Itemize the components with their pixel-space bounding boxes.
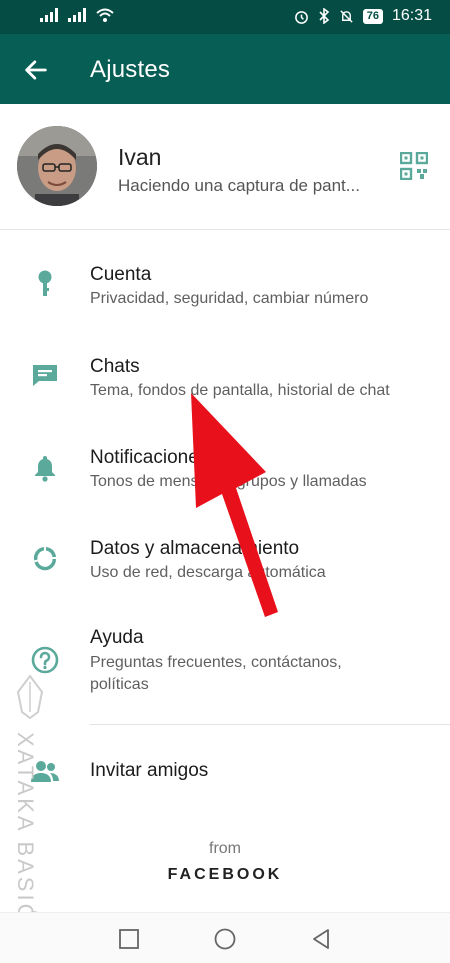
settings-item-title: Ayuda (90, 627, 144, 648)
footer-from: from (209, 840, 241, 857)
battery-level: 76 (362, 8, 383, 24)
watermark-text: XATAKA BASICS (13, 732, 38, 941)
alarm-icon (294, 10, 308, 24)
signal-icon (68, 8, 86, 22)
back-nav-icon[interactable] (309, 927, 333, 951)
bluetooth-icon (319, 8, 329, 24)
app-bar: Ajustes (0, 34, 450, 104)
settings-item-help[interactable]: Ayuda Preguntas frecuentes, contáctanos,… (0, 615, 450, 705)
footer-brand: FACEBOOK (167, 866, 283, 883)
back-arrow-icon[interactable] (22, 56, 50, 84)
profile-name: Ivan (118, 144, 162, 170)
settings-item-notifications[interactable]: Notificaciones Tonos de mensajes, grupos… (0, 433, 450, 503)
avatar[interactable] (17, 126, 97, 206)
settings-item-subtitle: Tema, fondos de pantalla, historial de c… (90, 382, 390, 399)
system-navigation-bar (0, 912, 450, 963)
profile-status: Haciendo una captura de pant... (118, 176, 360, 195)
chat-icon (33, 365, 57, 386)
settings-item-title: Cuenta (90, 264, 152, 285)
settings-item-subtitle: Privacidad, seguridad, cambiar número (90, 290, 369, 307)
bell-icon (35, 456, 55, 482)
settings-item-subtitle: Preguntas frecuentes, contáctanos, polít… (90, 654, 342, 693)
signal-icon (40, 8, 58, 22)
status-bar: 76 16:31 (0, 0, 450, 34)
wifi-icon (96, 8, 114, 22)
signal-indicators (40, 8, 114, 22)
settings-item-invite-friends[interactable]: Invitar amigos (0, 742, 450, 800)
settings-item-chats[interactable]: Chats Tema, fondos de pantalla, historia… (0, 342, 450, 412)
clock: 16:31 (391, 7, 432, 24)
home-icon[interactable] (213, 927, 237, 951)
data-usage-icon (33, 547, 57, 571)
settings-item-title: Datos y almacenamiento (90, 538, 300, 559)
mute-bell-icon (340, 9, 353, 23)
settings-item-title: Invitar amigos (90, 760, 209, 781)
settings-item-account[interactable]: Cuenta Privacidad, seguridad, cambiar nú… (0, 250, 450, 320)
settings-item-subtitle: Tonos de mensajes, grupos y llamadas (90, 473, 367, 490)
settings-item-title: Notificaciones (90, 447, 209, 468)
page-title: Ajustes (90, 56, 171, 83)
settings-item-data-storage[interactable]: Datos y almacenamiento Uso de red, desca… (0, 524, 450, 594)
profile-row[interactable]: Ivan Haciendo una captura de pant... (0, 104, 450, 230)
settings-screen: 76 16:31 Ajustes Ivan Haciendo una captu… (0, 0, 450, 963)
settings-item-subtitle: Uso de red, descarga automática (90, 564, 326, 581)
settings-item-title: Chats (90, 356, 140, 377)
key-icon (38, 270, 52, 296)
recent-apps-icon[interactable] (117, 927, 141, 951)
qr-code-icon[interactable] (400, 152, 428, 180)
system-indicators: 76 16:31 (294, 7, 432, 25)
divider (90, 724, 450, 725)
